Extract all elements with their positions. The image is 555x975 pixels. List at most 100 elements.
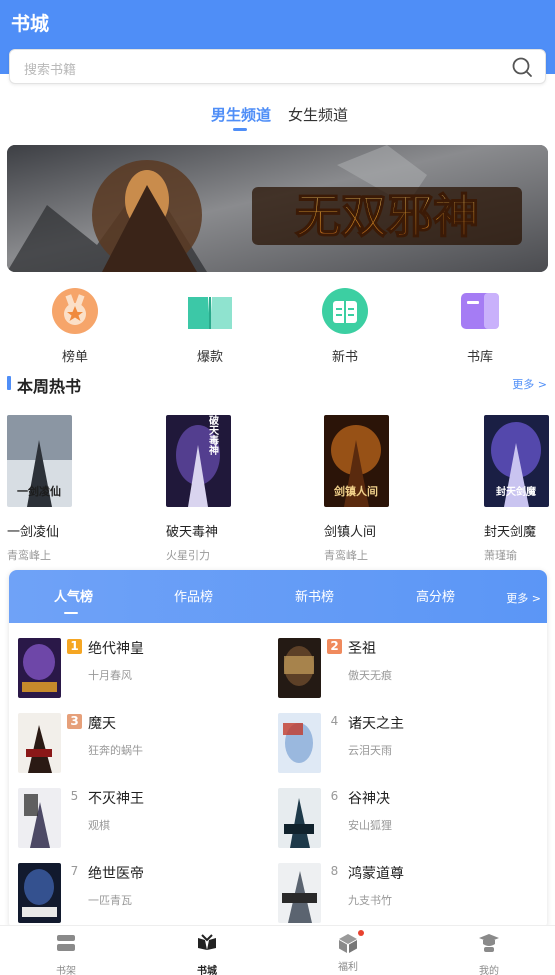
- book-cover: 破天毒神: [166, 414, 231, 507]
- book-title: 不灭神王: [88, 791, 144, 807]
- nav-bookshelf[interactable]: 书架: [31, 932, 101, 975]
- section-title: 本周热书: [17, 377, 82, 396]
- book-author: 安山狐狸: [348, 819, 392, 832]
- book-title: 圣祖: [348, 641, 376, 657]
- book-author: 傲天无痕: [348, 669, 392, 682]
- book-cover: 封天剑魔: [484, 415, 549, 507]
- search-icon[interactable]: [511, 56, 533, 78]
- book-title: 诸天之主: [348, 716, 404, 732]
- ranking-item[interactable]: 7 绝世医帝 一匹青瓦: [18, 863, 268, 925]
- book-author: 狂奔的蜗牛: [88, 744, 143, 757]
- profile-icon: [479, 934, 499, 952]
- nav-label: 书城: [197, 966, 217, 975]
- quick-entry-hot[interactable]: 爆款: [165, 287, 255, 365]
- ranking-item[interactable]: 6 谷神决 安山狐狸: [278, 788, 528, 850]
- book-title: 破天毒神: [166, 525, 219, 540]
- ranking-tabs: 人气榜 作品榜 新书榜 高分榜 更多 >: [9, 570, 547, 623]
- book-title: 绝世医帝: [88, 866, 144, 882]
- channel-tab-indicator: [233, 128, 247, 131]
- ranking-item[interactable]: 5 不灭神王 观棋: [18, 788, 268, 850]
- ranking-card: 人气榜 作品榜 新书榜 高分榜 更多 > 1 绝代神皇 十月春风 2 圣祖 傲天…: [9, 570, 547, 930]
- section-more-link[interactable]: 更多 >: [512, 376, 547, 392]
- tab-female-channel[interactable]: 女生频道: [288, 104, 348, 125]
- bottom-navigation: 书架 书城 福利 我的: [0, 925, 555, 975]
- ranking-item[interactable]: 4 诸天之主 云泪天雨: [278, 713, 528, 775]
- tab-male-channel[interactable]: 男生频道: [211, 104, 271, 125]
- book-author: 九支书竹: [348, 894, 392, 907]
- ranking-more-link[interactable]: 更多 >: [506, 590, 541, 606]
- rank-number: 1: [67, 639, 82, 654]
- book-title: 鸿蒙道尊: [348, 866, 404, 882]
- book-author: 青鸾峰上: [7, 549, 51, 562]
- book-title: 绝代神皇: [88, 641, 144, 657]
- new-book-icon: [322, 288, 368, 334]
- ranking-item[interactable]: 8 鸿蒙道尊 九支书竹: [278, 863, 528, 925]
- nav-label: 福利: [338, 962, 358, 973]
- ranking-item[interactable]: 3 魔天 狂奔的蜗牛: [18, 713, 268, 775]
- banner-artwork: 无双邪神: [7, 145, 548, 272]
- book-author: 火星引力: [166, 549, 210, 562]
- book-author: 萧瑾瑜: [484, 549, 517, 562]
- hot-book-card[interactable]: 剑镇人间 剑镇人间 青鸾峰上: [324, 415, 414, 563]
- quick-entry-label: 书库: [466, 350, 493, 365]
- rank-number: 3: [67, 714, 82, 729]
- book-cover: [278, 713, 321, 773]
- nav-label: 书架: [56, 966, 76, 975]
- rank-number: 4: [330, 714, 339, 728]
- book-title: 魔天: [88, 716, 116, 732]
- gift-box-icon: [337, 930, 364, 954]
- tab-high-score[interactable]: 高分榜: [416, 586, 455, 605]
- hot-book-card[interactable]: 一剑凌仙 一剑凌仙 青鸾峰上: [7, 415, 97, 563]
- tab-new-books[interactable]: 新书榜: [295, 586, 334, 605]
- bookstore-icon: [198, 934, 216, 950]
- ranking-item[interactable]: 1 绝代神皇 十月春风: [18, 638, 268, 700]
- book-cover: [18, 713, 61, 773]
- quick-entry-label: 爆款: [196, 350, 223, 365]
- notification-dot: [358, 930, 364, 936]
- quick-entry-new[interactable]: 新书: [300, 287, 390, 365]
- book-author: 十月春风: [88, 669, 132, 682]
- hot-book-card[interactable]: 封天剑魔 封天剑魔 萧瑾瑜: [484, 415, 555, 563]
- bookstore-screen: 书城 搜索书籍 男生频道 女生频道 无双邪神 榜单 爆款 新书 书库 本周热书 …: [0, 0, 555, 975]
- book-author: 一匹青瓦: [88, 894, 132, 907]
- nav-bookstore[interactable]: 书城: [172, 932, 242, 975]
- quick-entry-library[interactable]: 书库: [435, 287, 525, 365]
- ranking-item[interactable]: 2 圣祖 傲天无痕: [278, 638, 528, 700]
- nav-profile[interactable]: 我的: [454, 932, 524, 975]
- svg-text:一剑凌仙: 一剑凌仙: [17, 484, 61, 498]
- open-book-icon: [188, 297, 232, 329]
- rank-number: 8: [330, 864, 339, 878]
- book-title: 封天剑魔: [484, 525, 537, 540]
- book-cover: [18, 638, 61, 698]
- nav-label: 我的: [479, 966, 499, 975]
- hot-book-card[interactable]: 破天毒神 破天毒神 火星引力: [166, 414, 256, 563]
- book-title: 剑镇人间: [324, 525, 377, 540]
- rank-number: 6: [330, 789, 339, 803]
- medal-icon: [52, 288, 98, 334]
- quick-entry-label: 榜单: [61, 350, 88, 365]
- book-cover: [18, 863, 61, 923]
- banner-title-art: 无双邪神: [295, 189, 479, 243]
- tab-popularity[interactable]: 人气榜: [54, 586, 93, 605]
- book-author: 观棋: [88, 819, 110, 832]
- rank-number: 2: [327, 639, 342, 654]
- book-author: 云泪天雨: [348, 744, 392, 757]
- book-cover: [278, 638, 321, 698]
- svg-text:破天毒神: 破天毒神: [207, 415, 219, 456]
- quick-entry-ranking[interactable]: 榜单: [30, 287, 120, 365]
- book-cover: 剑镇人间: [324, 415, 389, 507]
- promo-banner[interactable]: 无双邪神: [7, 145, 548, 272]
- book-author: 青鸾峰上: [324, 549, 368, 562]
- book-cover: [278, 788, 321, 848]
- bookshelf-icon: [57, 935, 75, 951]
- book-cover: 一剑凌仙: [7, 415, 72, 507]
- tab-works[interactable]: 作品榜: [174, 586, 213, 605]
- page-title: 书城: [11, 13, 50, 35]
- search-bar[interactable]: 搜索书籍: [9, 49, 546, 84]
- book-cover: [18, 788, 61, 848]
- library-icon: [461, 293, 499, 329]
- search-input[interactable]: 搜索书籍: [24, 59, 76, 78]
- nav-welfare[interactable]: 福利: [313, 930, 383, 973]
- rank-number: 5: [70, 789, 79, 803]
- svg-text:剑镇人间: 剑镇人间: [333, 484, 378, 498]
